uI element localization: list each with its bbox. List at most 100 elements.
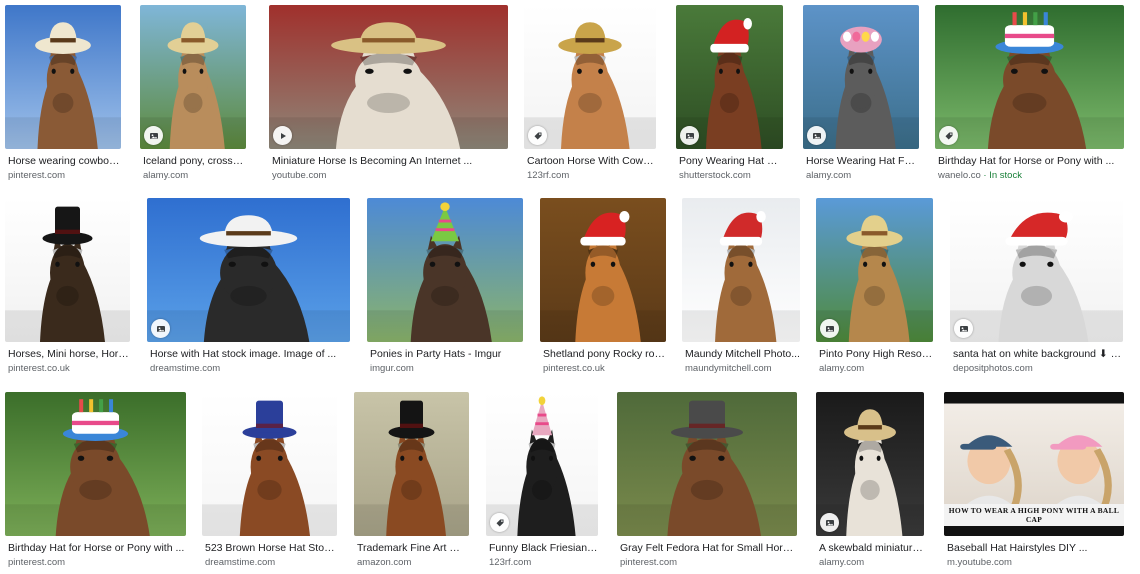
result-source: pinterest.com xyxy=(620,557,677,569)
result-source: shutterstock.com xyxy=(679,170,751,182)
result-title-link[interactable]: Funny Black Friesian H... xyxy=(489,542,598,555)
source-domain: dreamstime.com xyxy=(205,557,276,568)
source-domain: pinterest.com xyxy=(8,170,66,181)
image-result-tile[interactable]: Horse Wearing Hat Fun... alamy.com xyxy=(803,5,919,187)
result-thumbnail[interactable] xyxy=(5,5,121,149)
image-result-tile[interactable]: Iceland pony, cross bre... alamy.com xyxy=(140,5,246,187)
result-thumbnail[interactable] xyxy=(682,198,800,342)
source-domain: wanelo.co xyxy=(938,170,981,181)
result-thumbnail[interactable] xyxy=(816,392,924,536)
thumbnail-caption: HOW TO WEAR A HIGH PONY WITH A BALL CAP xyxy=(944,504,1124,526)
result-title-link[interactable]: Horse Wearing Hat Fun... xyxy=(806,155,919,168)
image-result-tile[interactable]: Ponies in Party Hats - Imgur imgur.com xyxy=(367,198,523,380)
result-thumbnail[interactable] xyxy=(5,392,186,536)
image-result-tile[interactable]: Miniature Horse Is Becoming An Internet … xyxy=(269,5,508,187)
result-thumbnail[interactable] xyxy=(524,5,656,149)
source-domain: alamy.com xyxy=(819,557,865,568)
image-result-tile[interactable]: 523 Brown Horse Hat Stock... dreamstime.c… xyxy=(202,392,337,574)
result-source: wanelo.co · In stock xyxy=(938,170,1022,182)
image-result-tile[interactable]: Birthday Hat for Horse or Pony with ... w… xyxy=(935,5,1124,187)
source-domain: 123rf.com xyxy=(489,557,532,568)
image-icon xyxy=(954,319,973,338)
result-title-link[interactable]: Trademark Fine Art WA... xyxy=(357,542,469,555)
image-result-tile[interactable]: Horse with Hat stock image. Image of ...… xyxy=(147,198,350,380)
image-result-tile[interactable]: Funny Black Friesian H... 123rf.com xyxy=(486,392,598,574)
in-stock-label: · In stock xyxy=(980,170,1022,181)
result-title-link[interactable]: 523 Brown Horse Hat Stock... xyxy=(205,542,337,555)
image-result-tile[interactable]: Horse wearing cowboy ... pinterest.com xyxy=(5,5,121,187)
result-title-link[interactable]: Shetland pony Rocky rock... xyxy=(543,348,666,361)
image-result-tile[interactable]: Pony Wearing Hat Chri... shutterstock.com xyxy=(676,5,783,187)
image-result-tile[interactable]: HOW TO WEAR A HIGH PONY WITH A BALL CAP B… xyxy=(944,392,1124,574)
result-title-link[interactable]: Maundy Mitchell Photo... xyxy=(685,348,800,361)
image-result-tile[interactable]: Birthday Hat for Horse or Pony with ... p… xyxy=(5,392,186,574)
tag-icon xyxy=(939,126,958,145)
source-domain: alamy.com xyxy=(819,363,865,374)
result-source: dreamstime.com xyxy=(150,363,220,375)
result-thumbnail[interactable] xyxy=(147,198,350,342)
tag-icon xyxy=(528,126,547,145)
result-title-link[interactable]: Horse with Hat stock image. Image of ... xyxy=(150,348,350,361)
result-source: depositphotos.com xyxy=(953,363,1033,375)
result-source: dreamstime.com xyxy=(205,557,275,569)
result-title-link[interactable]: Pony Wearing Hat Chri... xyxy=(679,155,783,168)
result-title-link[interactable]: A skewbald miniature p... xyxy=(819,542,924,555)
result-title-link[interactable]: Birthday Hat for Horse or Pony with ... xyxy=(8,542,186,555)
result-thumbnail[interactable] xyxy=(676,5,783,149)
result-title-link[interactable]: Horses, Mini horse, Hors... xyxy=(8,348,130,361)
image-result-tile[interactable]: A skewbald miniature p... alamy.com xyxy=(816,392,924,574)
result-title-link[interactable]: Iceland pony, cross bre... xyxy=(143,155,246,168)
image-result-tile[interactable]: Shetland pony Rocky rock... pinterest.co.… xyxy=(540,198,666,380)
result-title-link[interactable]: Baseball Hat Hairstyles DIY ... xyxy=(947,542,1124,555)
image-result-tile[interactable]: Maundy Mitchell Photo... maundymitchell.c… xyxy=(682,198,800,380)
result-thumbnail[interactable] xyxy=(367,198,523,342)
result-title-link[interactable]: Pinto Pony High Resolu... xyxy=(819,348,933,361)
result-thumbnail[interactable] xyxy=(140,5,246,149)
source-domain: maundymitchell.com xyxy=(685,363,772,374)
result-source: pinterest.com xyxy=(8,170,65,182)
source-domain: amazon.com xyxy=(357,557,412,568)
result-thumbnail[interactable] xyxy=(354,392,469,536)
image-result-tile[interactable]: Horses, Mini horse, Hors... pinterest.co.… xyxy=(5,198,130,380)
source-domain: youtube.com xyxy=(272,170,327,181)
result-thumbnail[interactable] xyxy=(540,198,666,342)
source-domain: shutterstock.com xyxy=(679,170,751,181)
result-thumbnail[interactable]: HOW TO WEAR A HIGH PONY WITH A BALL CAP xyxy=(944,392,1124,536)
play-icon xyxy=(273,126,292,145)
source-domain: pinterest.com xyxy=(620,557,678,568)
result-title-link[interactable]: Gray Felt Fedora Hat for Small Horse ... xyxy=(620,542,797,555)
source-domain: pinterest.com xyxy=(8,557,66,568)
result-thumbnail[interactable] xyxy=(269,5,508,149)
image-result-tile[interactable]: Gray Felt Fedora Hat for Small Horse ...… xyxy=(617,392,797,574)
image-icon xyxy=(820,513,839,532)
result-thumbnail[interactable] xyxy=(803,5,919,149)
result-source: alamy.com xyxy=(806,170,851,182)
result-title-link[interactable]: Horse wearing cowboy ... xyxy=(8,155,121,168)
result-thumbnail[interactable] xyxy=(816,198,933,342)
result-thumbnail[interactable] xyxy=(5,198,130,342)
result-source: m.youtube.com xyxy=(947,557,1012,569)
result-thumbnail[interactable] xyxy=(617,392,797,536)
result-title-link[interactable]: Miniature Horse Is Becoming An Internet … xyxy=(272,155,508,168)
image-result-tile[interactable]: Cartoon Horse With Cowb... 123rf.com xyxy=(524,5,656,187)
result-source: amazon.com xyxy=(357,557,411,569)
source-domain: depositphotos.com xyxy=(953,363,1033,374)
result-thumbnail[interactable] xyxy=(935,5,1124,149)
tag-icon xyxy=(490,513,509,532)
result-thumbnail[interactable] xyxy=(486,392,598,536)
result-source: 123rf.com xyxy=(527,170,569,182)
result-title-link[interactable]: Cartoon Horse With Cowb... xyxy=(527,155,656,168)
result-thumbnail[interactable] xyxy=(950,198,1123,342)
result-source: imgur.com xyxy=(370,363,414,375)
result-thumbnail[interactable] xyxy=(202,392,337,536)
source-domain: alamy.com xyxy=(806,170,852,181)
image-result-tile[interactable]: Trademark Fine Art WA... amazon.com xyxy=(354,392,469,574)
image-result-tile[interactable]: Pinto Pony High Resolu... alamy.com xyxy=(816,198,933,380)
source-domain: pinterest.co.uk xyxy=(8,363,70,374)
result-title-link[interactable]: Ponies in Party Hats - Imgur xyxy=(370,348,523,361)
result-title-link[interactable]: santa hat on white background ⬇ St... xyxy=(953,348,1123,361)
result-source: pinterest.com xyxy=(8,557,65,569)
image-result-tile[interactable]: santa hat on white background ⬇ St... dep… xyxy=(950,198,1123,380)
result-source: alamy.com xyxy=(819,557,864,569)
result-title-link[interactable]: Birthday Hat for Horse or Pony with ... xyxy=(938,155,1124,168)
